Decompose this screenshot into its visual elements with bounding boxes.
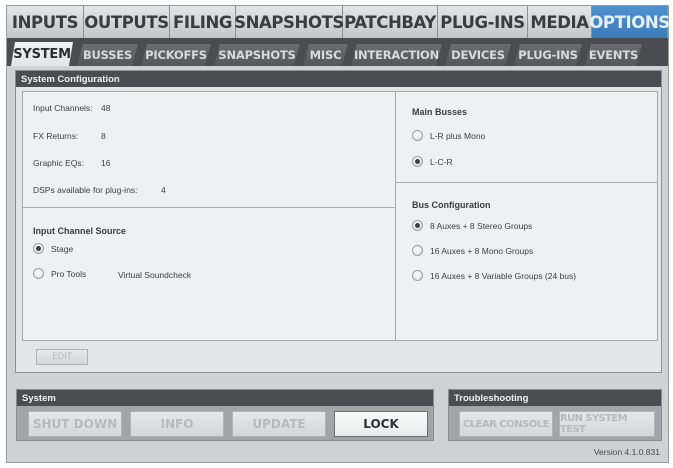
configuration-body: Input Channels: 48 FX Returns: 8 Graphic…: [22, 91, 658, 341]
radio-button[interactable]: [412, 130, 423, 141]
version-text: Version 4.1.0.831: [593, 447, 660, 457]
shut-down-button[interactable]: SHUT DOWN: [28, 411, 122, 437]
source-stage-label: Stage: [51, 243, 74, 254]
left-divider: [23, 207, 395, 208]
bus-config-16-mono-option[interactable]: 16 Auxes + 8 Mono Groups: [412, 245, 533, 256]
subtab-snapshots[interactable]: SNAPSHOTS: [214, 44, 300, 66]
bus-config-8-stereo-option[interactable]: 8 Auxes + 8 Stereo Groups: [412, 220, 532, 231]
subtab-devices[interactable]: DEVICES: [445, 44, 511, 66]
sub-tab-bar: SYSTEM BUSSES PICKOFFS SNAPSHOTS MISC IN…: [7, 38, 668, 66]
subtab-interaction[interactable]: INTERACTION: [351, 44, 442, 66]
source-pro-tools-option[interactable]: Pro Tools: [33, 268, 86, 279]
tab-patchbay[interactable]: PATCHBAY: [343, 6, 438, 38]
radio-button[interactable]: [33, 243, 44, 254]
edit-button[interactable]: EDIT: [36, 349, 88, 365]
tab-inputs[interactable]: INPUTS: [7, 6, 84, 38]
source-stage-option[interactable]: Stage: [33, 243, 73, 254]
system-panel-header: System: [17, 390, 433, 406]
tab-snapshots[interactable]: SNAPSHOTS: [234, 6, 344, 38]
main-busses-lcr-option[interactable]: L-C-R: [412, 156, 453, 167]
input-channels-label: Input Channels:: [33, 103, 93, 113]
dsps-label: DSPs available for plug-ins:: [33, 185, 138, 195]
radio-button[interactable]: [412, 156, 423, 167]
bus-config-16-variable-option[interactable]: 16 Auxes + 8 Variable Groups (24 bus): [412, 270, 576, 281]
tab-media[interactable]: MEDIA: [528, 6, 592, 38]
subtab-plug-ins[interactable]: PLUG-INS: [514, 44, 582, 66]
run-system-test-button[interactable]: RUN SYSTEM TEST: [559, 411, 655, 437]
vertical-divider: [395, 92, 396, 340]
subtab-system[interactable]: SYSTEM: [11, 42, 73, 66]
fx-returns-label: FX Returns:: [33, 131, 79, 141]
options-window: INPUTS OUTPUTS FILING SNAPSHOTS PATCHBAY…: [6, 5, 670, 463]
tab-filing[interactable]: FILING: [170, 6, 236, 38]
system-configuration-header: System Configuration: [16, 71, 661, 87]
bus-config-16-variable-label: 16 Auxes + 8 Variable Groups (24 bus): [430, 270, 577, 281]
bus-config-8-stereo-label: 8 Auxes + 8 Stereo Groups: [430, 220, 533, 231]
input-channel-source-title: Input Channel Source: [33, 226, 127, 236]
virtual-soundcheck-label: Virtual Soundcheck: [118, 270, 192, 280]
tab-options[interactable]: OPTIONS: [589, 6, 670, 38]
lock-button[interactable]: LOCK: [334, 411, 428, 437]
tab-outputs[interactable]: OUTPUTS: [84, 6, 170, 38]
system-configuration-panel: System Configuration Input Channels: 48 …: [15, 70, 662, 373]
system-panel: System SHUT DOWN INFO UPDATE LOCK: [16, 389, 434, 441]
info-button[interactable]: INFO: [130, 411, 224, 437]
bus-configuration-title: Bus Configuration: [412, 200, 491, 210]
graphic-eqs-label: Graphic EQs:: [33, 158, 85, 168]
radio-selected-dot: [415, 223, 420, 228]
subtab-pickoffs[interactable]: PICKOFFS: [141, 44, 211, 66]
radio-selected-dot: [415, 159, 420, 164]
radio-button[interactable]: [412, 220, 423, 231]
dsps-value: 4: [161, 185, 166, 195]
troubleshooting-panel: Troubleshooting CLEAR CONSOLE RUN SYSTEM…: [448, 389, 662, 441]
fx-returns-value: 8: [101, 131, 106, 141]
main-busses-title: Main Busses: [412, 107, 468, 117]
input-channels-value: 48: [101, 103, 111, 113]
main-busses-lr-mono-option[interactable]: L-R plus Mono: [412, 130, 485, 141]
source-pro-tools-label: Pro Tools: [51, 268, 87, 279]
lr-mono-label: L-R plus Mono: [430, 130, 486, 141]
subtab-busses[interactable]: BUSSES: [77, 44, 138, 66]
subtab-misc[interactable]: MISC: [303, 44, 348, 66]
clear-console-button[interactable]: CLEAR CONSOLE: [459, 411, 553, 437]
lcr-label: L-C-R: [430, 156, 453, 167]
tab-plug-ins[interactable]: PLUG-INS: [438, 6, 528, 38]
radio-selected-dot: [36, 246, 41, 251]
graphic-eqs-value: 16: [101, 158, 111, 168]
radio-button[interactable]: [33, 268, 44, 279]
radio-button[interactable]: [412, 245, 423, 256]
right-divider: [396, 182, 658, 183]
top-tab-bar: INPUTS OUTPUTS FILING SNAPSHOTS PATCHBAY…: [7, 6, 670, 38]
troubleshooting-header: Troubleshooting: [449, 390, 661, 406]
subtab-events[interactable]: EVENTS: [585, 44, 642, 66]
radio-button[interactable]: [412, 270, 423, 281]
bus-config-16-mono-label: 16 Auxes + 8 Mono Groups: [430, 245, 534, 256]
update-button[interactable]: UPDATE: [232, 411, 326, 437]
